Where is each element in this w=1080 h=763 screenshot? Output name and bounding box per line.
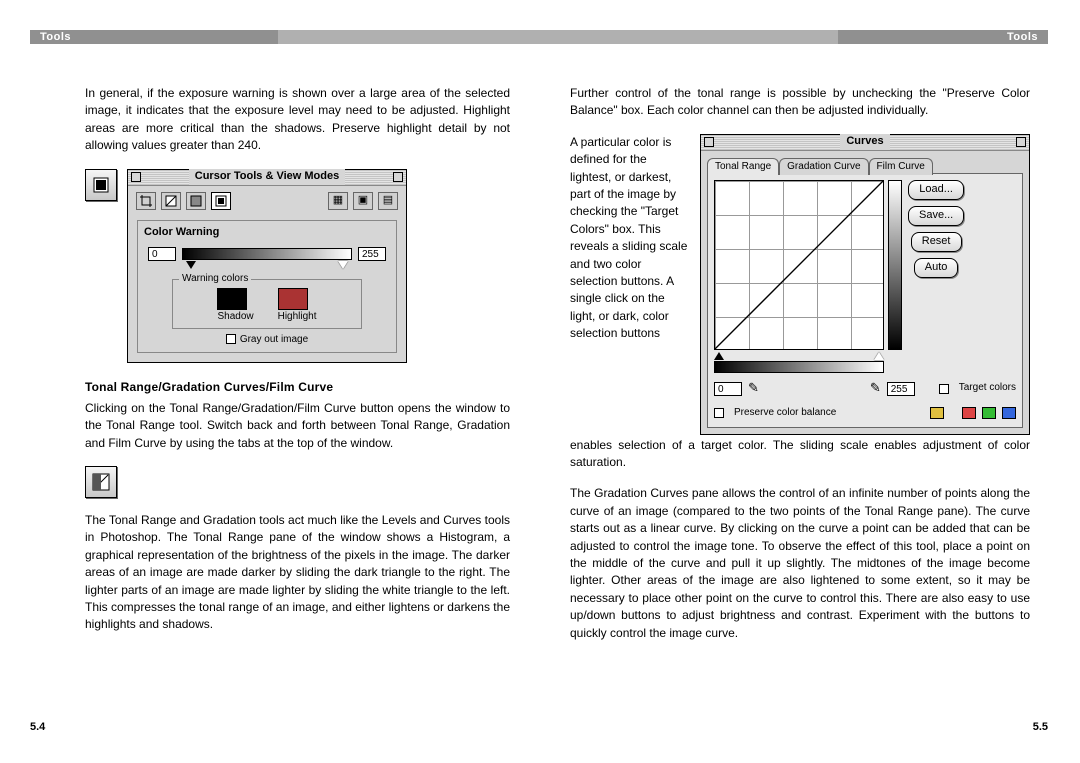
screenshot-curves: Curves Tonal RangeGradation CurveFilm Cu… xyxy=(700,134,1030,435)
max-value-field[interactable]: 255 xyxy=(887,382,915,396)
body-text: In general, if the exposure warning is s… xyxy=(85,85,510,155)
channel-green-icon[interactable] xyxy=(982,407,996,419)
page-header-left: Tools xyxy=(30,30,278,44)
section-heading: Tonal Range/Gradation Curves/Film Curve xyxy=(85,379,510,396)
output-gradient xyxy=(888,180,902,350)
white-point-handle[interactable] xyxy=(874,352,884,360)
swatch-label: Highlight xyxy=(278,310,317,325)
min-value-field[interactable]: 0 xyxy=(714,382,742,396)
highlight-color-swatch[interactable] xyxy=(278,288,308,310)
shadow-slider-handle[interactable] xyxy=(186,261,196,269)
reset-button[interactable]: Reset xyxy=(911,232,962,252)
checkbox-label: Gray out image xyxy=(240,334,308,345)
curves-graph[interactable] xyxy=(714,180,884,350)
palette-titlebar[interactable]: Cursor Tools & View Modes xyxy=(128,170,406,186)
body-text: enables selection of a target color. The… xyxy=(570,437,1030,472)
shadow-color-swatch[interactable] xyxy=(217,288,247,310)
save-button[interactable]: Save... xyxy=(908,206,964,226)
page-header-right: Tools xyxy=(838,30,1048,44)
body-text: The Tonal Range and Gradation tools act … xyxy=(85,512,510,634)
body-text: The Gradation Curves pane allows the con… xyxy=(570,485,1030,642)
black-eyedropper-icon[interactable]: ✎ xyxy=(748,379,759,398)
tonal-range-tool-icon xyxy=(85,466,117,498)
group-label: Warning colors xyxy=(179,272,251,287)
view-icon[interactable]: ▦ xyxy=(328,192,348,210)
checkbox-label: Preserve color balance xyxy=(734,406,836,421)
black-point-handle[interactable] xyxy=(714,352,724,360)
tab-tonal-range[interactable]: Tonal Range xyxy=(707,158,779,176)
highlight-slider-handle[interactable] xyxy=(338,261,348,269)
wrapped-body-text: A particular color is defined for the li… xyxy=(570,134,690,435)
page-number: 5.4 xyxy=(30,721,45,733)
palette-title: Cursor Tools & View Modes xyxy=(189,169,345,185)
tonal-tool-icon[interactable] xyxy=(161,192,181,210)
screenshot-cursor-tools: Cursor Tools & View Modes ▦ ▣ ▤ xyxy=(85,169,510,363)
palette-titlebar[interactable]: Curves xyxy=(701,135,1029,151)
view-icon[interactable]: ▣ xyxy=(353,192,373,210)
white-eyedropper-icon[interactable]: ✎ xyxy=(870,379,881,398)
grayout-checkbox[interactable] xyxy=(226,334,236,344)
collapse-box-icon[interactable] xyxy=(1016,137,1026,147)
page-number: 5.5 xyxy=(1033,721,1048,733)
collapse-box-icon[interactable] xyxy=(393,172,403,182)
header-bar xyxy=(278,30,540,44)
close-box-icon[interactable] xyxy=(704,137,714,147)
crop-tool-icon[interactable] xyxy=(136,192,156,210)
swatch-label: Shadow xyxy=(217,310,253,325)
channel-combined-icon[interactable] xyxy=(930,407,944,419)
channel-red-icon[interactable] xyxy=(962,407,976,419)
exposure-tool-icon[interactable] xyxy=(211,192,231,210)
tab-gradation-curve[interactable]: Gradation Curve xyxy=(779,158,868,176)
body-text: Clicking on the Tonal Range/Gradation/Fi… xyxy=(85,400,510,452)
palette-title: Curves xyxy=(840,134,889,150)
auto-button[interactable]: Auto xyxy=(914,258,959,278)
tab-film-curve[interactable]: Film Curve xyxy=(869,158,933,176)
header-bar xyxy=(540,30,838,44)
max-value-field[interactable]: 255 xyxy=(358,247,386,261)
input-gradient-slider[interactable] xyxy=(714,361,884,373)
close-box-icon[interactable] xyxy=(131,172,141,182)
checkbox-label: Target colors xyxy=(959,381,1016,396)
body-text: Further control of the tonal range is po… xyxy=(570,85,1030,120)
channel-blue-icon[interactable] xyxy=(1002,407,1016,419)
target-colors-checkbox[interactable] xyxy=(939,384,949,394)
gradient-slider[interactable] xyxy=(182,248,352,260)
preserve-balance-checkbox[interactable] xyxy=(714,408,724,418)
color-tool-icon[interactable] xyxy=(186,192,206,210)
min-value-field[interactable]: 0 xyxy=(148,247,176,261)
load-button[interactable]: Load... xyxy=(908,180,964,200)
color-warning-tool-icon xyxy=(85,169,117,201)
view-icon[interactable]: ▤ xyxy=(378,192,398,210)
section-heading: Color Warning xyxy=(144,225,392,241)
